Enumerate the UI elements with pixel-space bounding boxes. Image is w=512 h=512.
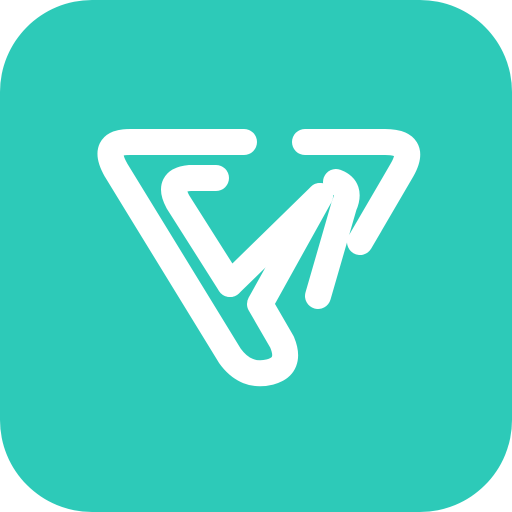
app-icon[interactable] — [0, 0, 512, 512]
v-logo-icon — [97, 129, 421, 387]
